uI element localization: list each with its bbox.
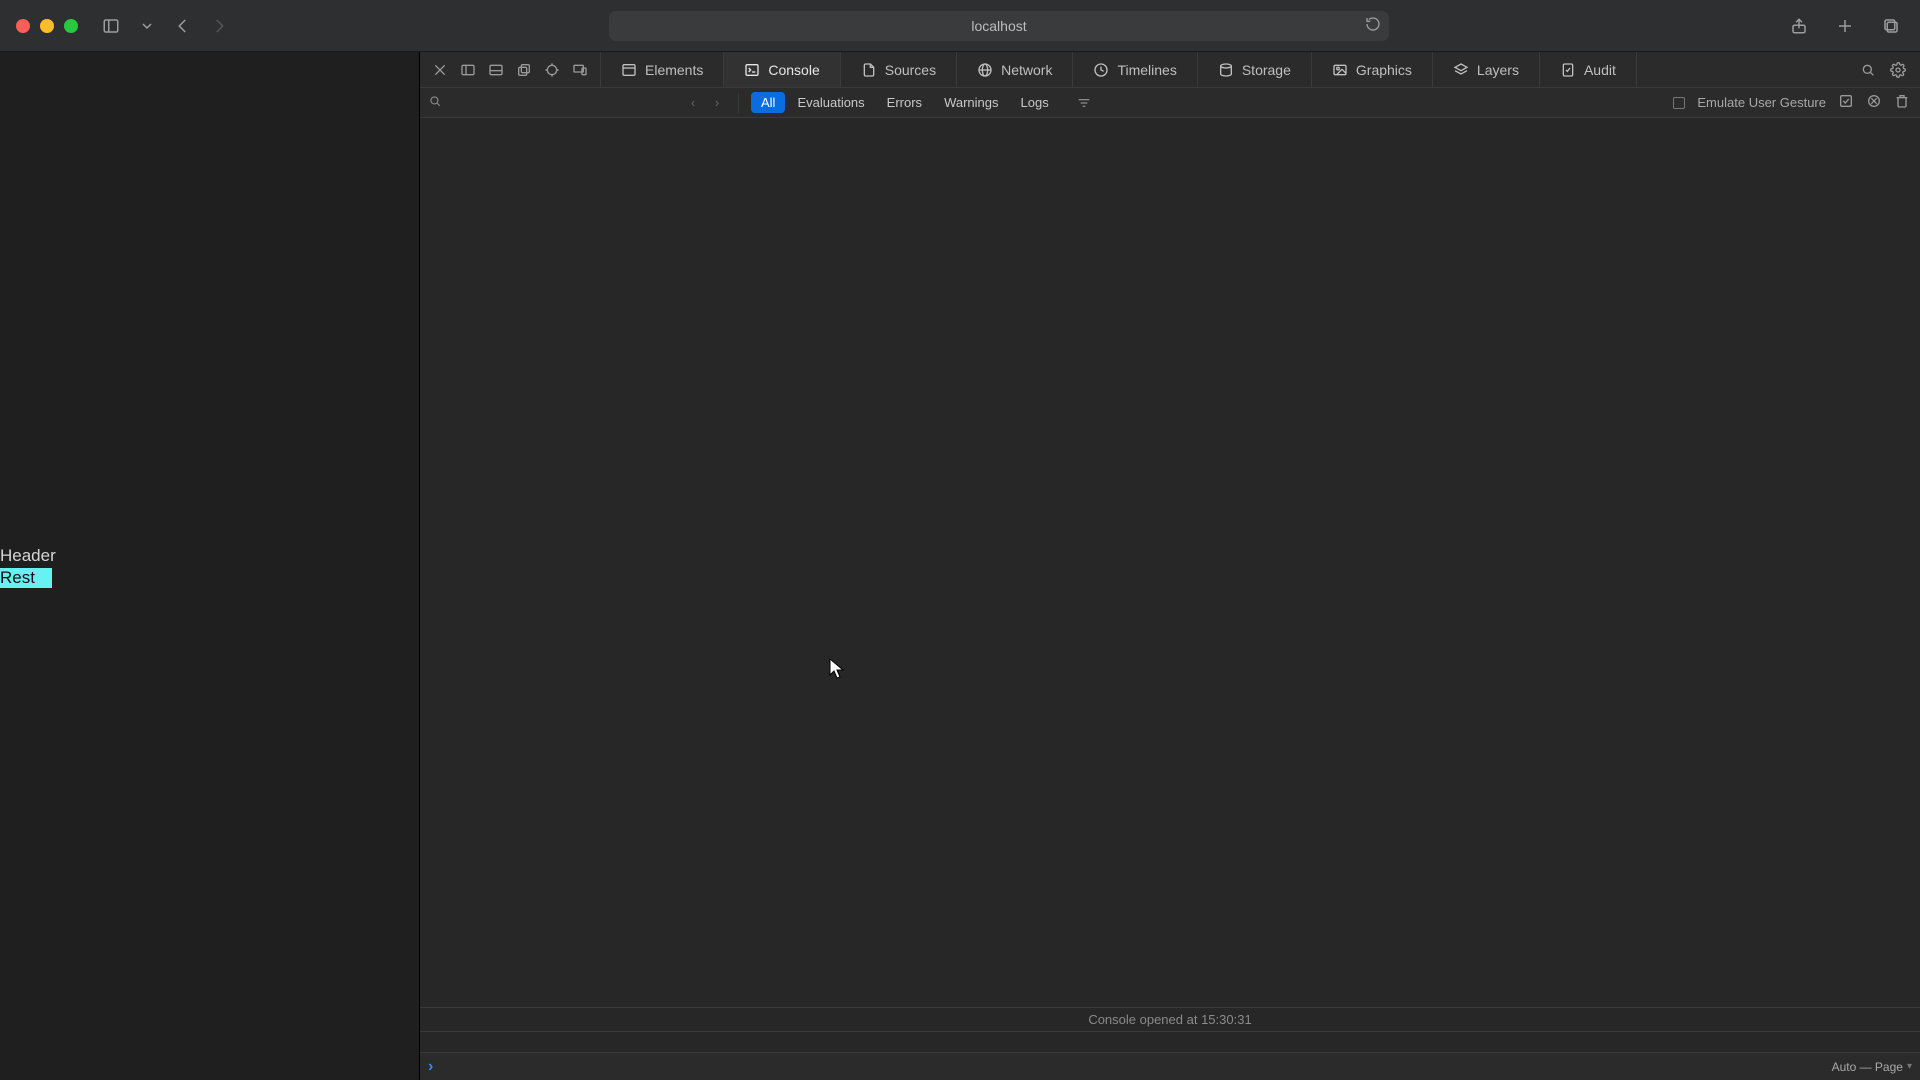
tab-storage-label: Storage — [1242, 62, 1291, 78]
tab-console[interactable]: Console — [724, 52, 840, 87]
trash-icon[interactable] — [1894, 93, 1910, 112]
filter-all[interactable]: All — [751, 92, 785, 113]
tab-timelines[interactable]: Timelines — [1073, 52, 1197, 87]
tab-sources-label: Sources — [885, 62, 936, 78]
filter-evaluations[interactable]: Evaluations — [787, 92, 874, 113]
search-next-icon[interactable]: › — [708, 95, 726, 110]
tab-audit-label: Audit — [1584, 62, 1616, 78]
console-filter-chips: All Evaluations Errors Warnings Logs — [751, 92, 1059, 113]
devtools-settings-icon[interactable] — [1888, 60, 1908, 80]
devtools-trail-icons — [1846, 52, 1920, 87]
filter-options-icon[interactable] — [1073, 95, 1095, 111]
titlebar-right-icons — [1786, 13, 1904, 39]
tab-network-label: Network — [1001, 62, 1052, 78]
tab-overview-icon[interactable] — [1878, 13, 1904, 39]
execution-context-label: Auto — Page — [1832, 1060, 1903, 1074]
undock-icon[interactable] — [514, 60, 534, 80]
console-prompt-caret-icon: › — [428, 1058, 433, 1076]
tab-network[interactable]: Network — [957, 52, 1073, 87]
forward-button-icon — [206, 13, 232, 39]
separator — [738, 93, 739, 113]
filter-logs[interactable]: Logs — [1011, 92, 1059, 113]
console-opened-text: Console opened at 15:30:31 — [420, 1007, 1920, 1032]
tab-audit[interactable]: Audit — [1540, 52, 1637, 87]
tab-graphics[interactable]: Graphics — [1312, 52, 1433, 87]
page-viewport: Header Rest — [0, 52, 420, 1080]
tab-layers-label: Layers — [1477, 62, 1519, 78]
execution-context-selector[interactable]: Auto — Page ▾ — [1832, 1060, 1912, 1074]
page-rest-text: Rest — [0, 568, 52, 588]
tab-storage[interactable]: Storage — [1198, 52, 1312, 87]
filter-warnings-label: Warnings — [944, 95, 998, 110]
filter-evaluations-label: Evaluations — [797, 95, 864, 110]
sidebar-options-chevron-icon[interactable] — [134, 13, 160, 39]
emulate-user-gesture-checkbox[interactable] — [1673, 97, 1685, 109]
console-output-area: Console opened at 15:30:31 — [420, 118, 1920, 1052]
dock-bottom-icon[interactable] — [486, 60, 506, 80]
new-tab-icon[interactable] — [1832, 13, 1858, 39]
window-close-button[interactable] — [16, 19, 30, 33]
filter-errors-label: Errors — [887, 95, 922, 110]
tab-elements-label: Elements — [645, 62, 703, 78]
console-search-icon — [428, 94, 442, 111]
chevron-updown-icon: ▾ — [1907, 1061, 1912, 1072]
filter-warnings[interactable]: Warnings — [934, 92, 1008, 113]
tab-elements[interactable]: Elements — [601, 52, 724, 87]
address-bar[interactable]: localhost — [609, 11, 1389, 41]
filter-all-label: All — [761, 95, 775, 110]
search-prev-icon[interactable]: ‹ — [684, 95, 702, 110]
window-zoom-button[interactable] — [64, 19, 78, 33]
filter-errors[interactable]: Errors — [877, 92, 932, 113]
console-input-row: › Auto — Page ▾ — [420, 1052, 1920, 1080]
address-bar-wrap: localhost — [242, 11, 1756, 41]
tab-sources[interactable]: Sources — [841, 52, 957, 87]
back-button-icon[interactable] — [170, 13, 196, 39]
devtools-panel: Elements Console Sources Network Timelin… — [420, 52, 1920, 1080]
console-filter-row: ‹ › All Evaluations Errors Warnings Logs… — [420, 88, 1920, 118]
element-select-icon[interactable] — [542, 60, 562, 80]
share-icon[interactable] — [1786, 13, 1812, 39]
window-traffic-lights — [16, 19, 78, 33]
devtools-tabs-row: Elements Console Sources Network Timelin… — [420, 52, 1920, 88]
reload-icon[interactable] — [1365, 16, 1381, 35]
devtools-lead-icons — [420, 52, 601, 87]
sidebar-toggle-icon[interactable] — [98, 13, 124, 39]
filter-logs-label: Logs — [1021, 95, 1049, 110]
console-input[interactable] — [441, 1059, 1831, 1074]
clear-console-icon[interactable] — [1866, 93, 1882, 112]
responsive-mode-icon[interactable] — [570, 60, 590, 80]
window-titlebar: localhost — [0, 0, 1920, 52]
window-minimize-button[interactable] — [40, 19, 54, 33]
tab-timelines-label: Timelines — [1117, 62, 1176, 78]
dock-left-icon[interactable] — [458, 60, 478, 80]
tab-graphics-label: Graphics — [1356, 62, 1412, 78]
tab-console-label: Console — [768, 62, 819, 78]
devtools-search-icon[interactable] — [1858, 60, 1878, 80]
devtools-close-icon[interactable] — [430, 60, 450, 80]
address-bar-text: localhost — [971, 18, 1026, 34]
console-filter-input[interactable] — [448, 92, 678, 114]
emulate-user-gesture-label: Emulate User Gesture — [1697, 95, 1826, 110]
tab-layers[interactable]: Layers — [1433, 52, 1540, 87]
page-header-text: Header — [0, 544, 419, 568]
preserve-log-icon[interactable] — [1838, 93, 1854, 112]
